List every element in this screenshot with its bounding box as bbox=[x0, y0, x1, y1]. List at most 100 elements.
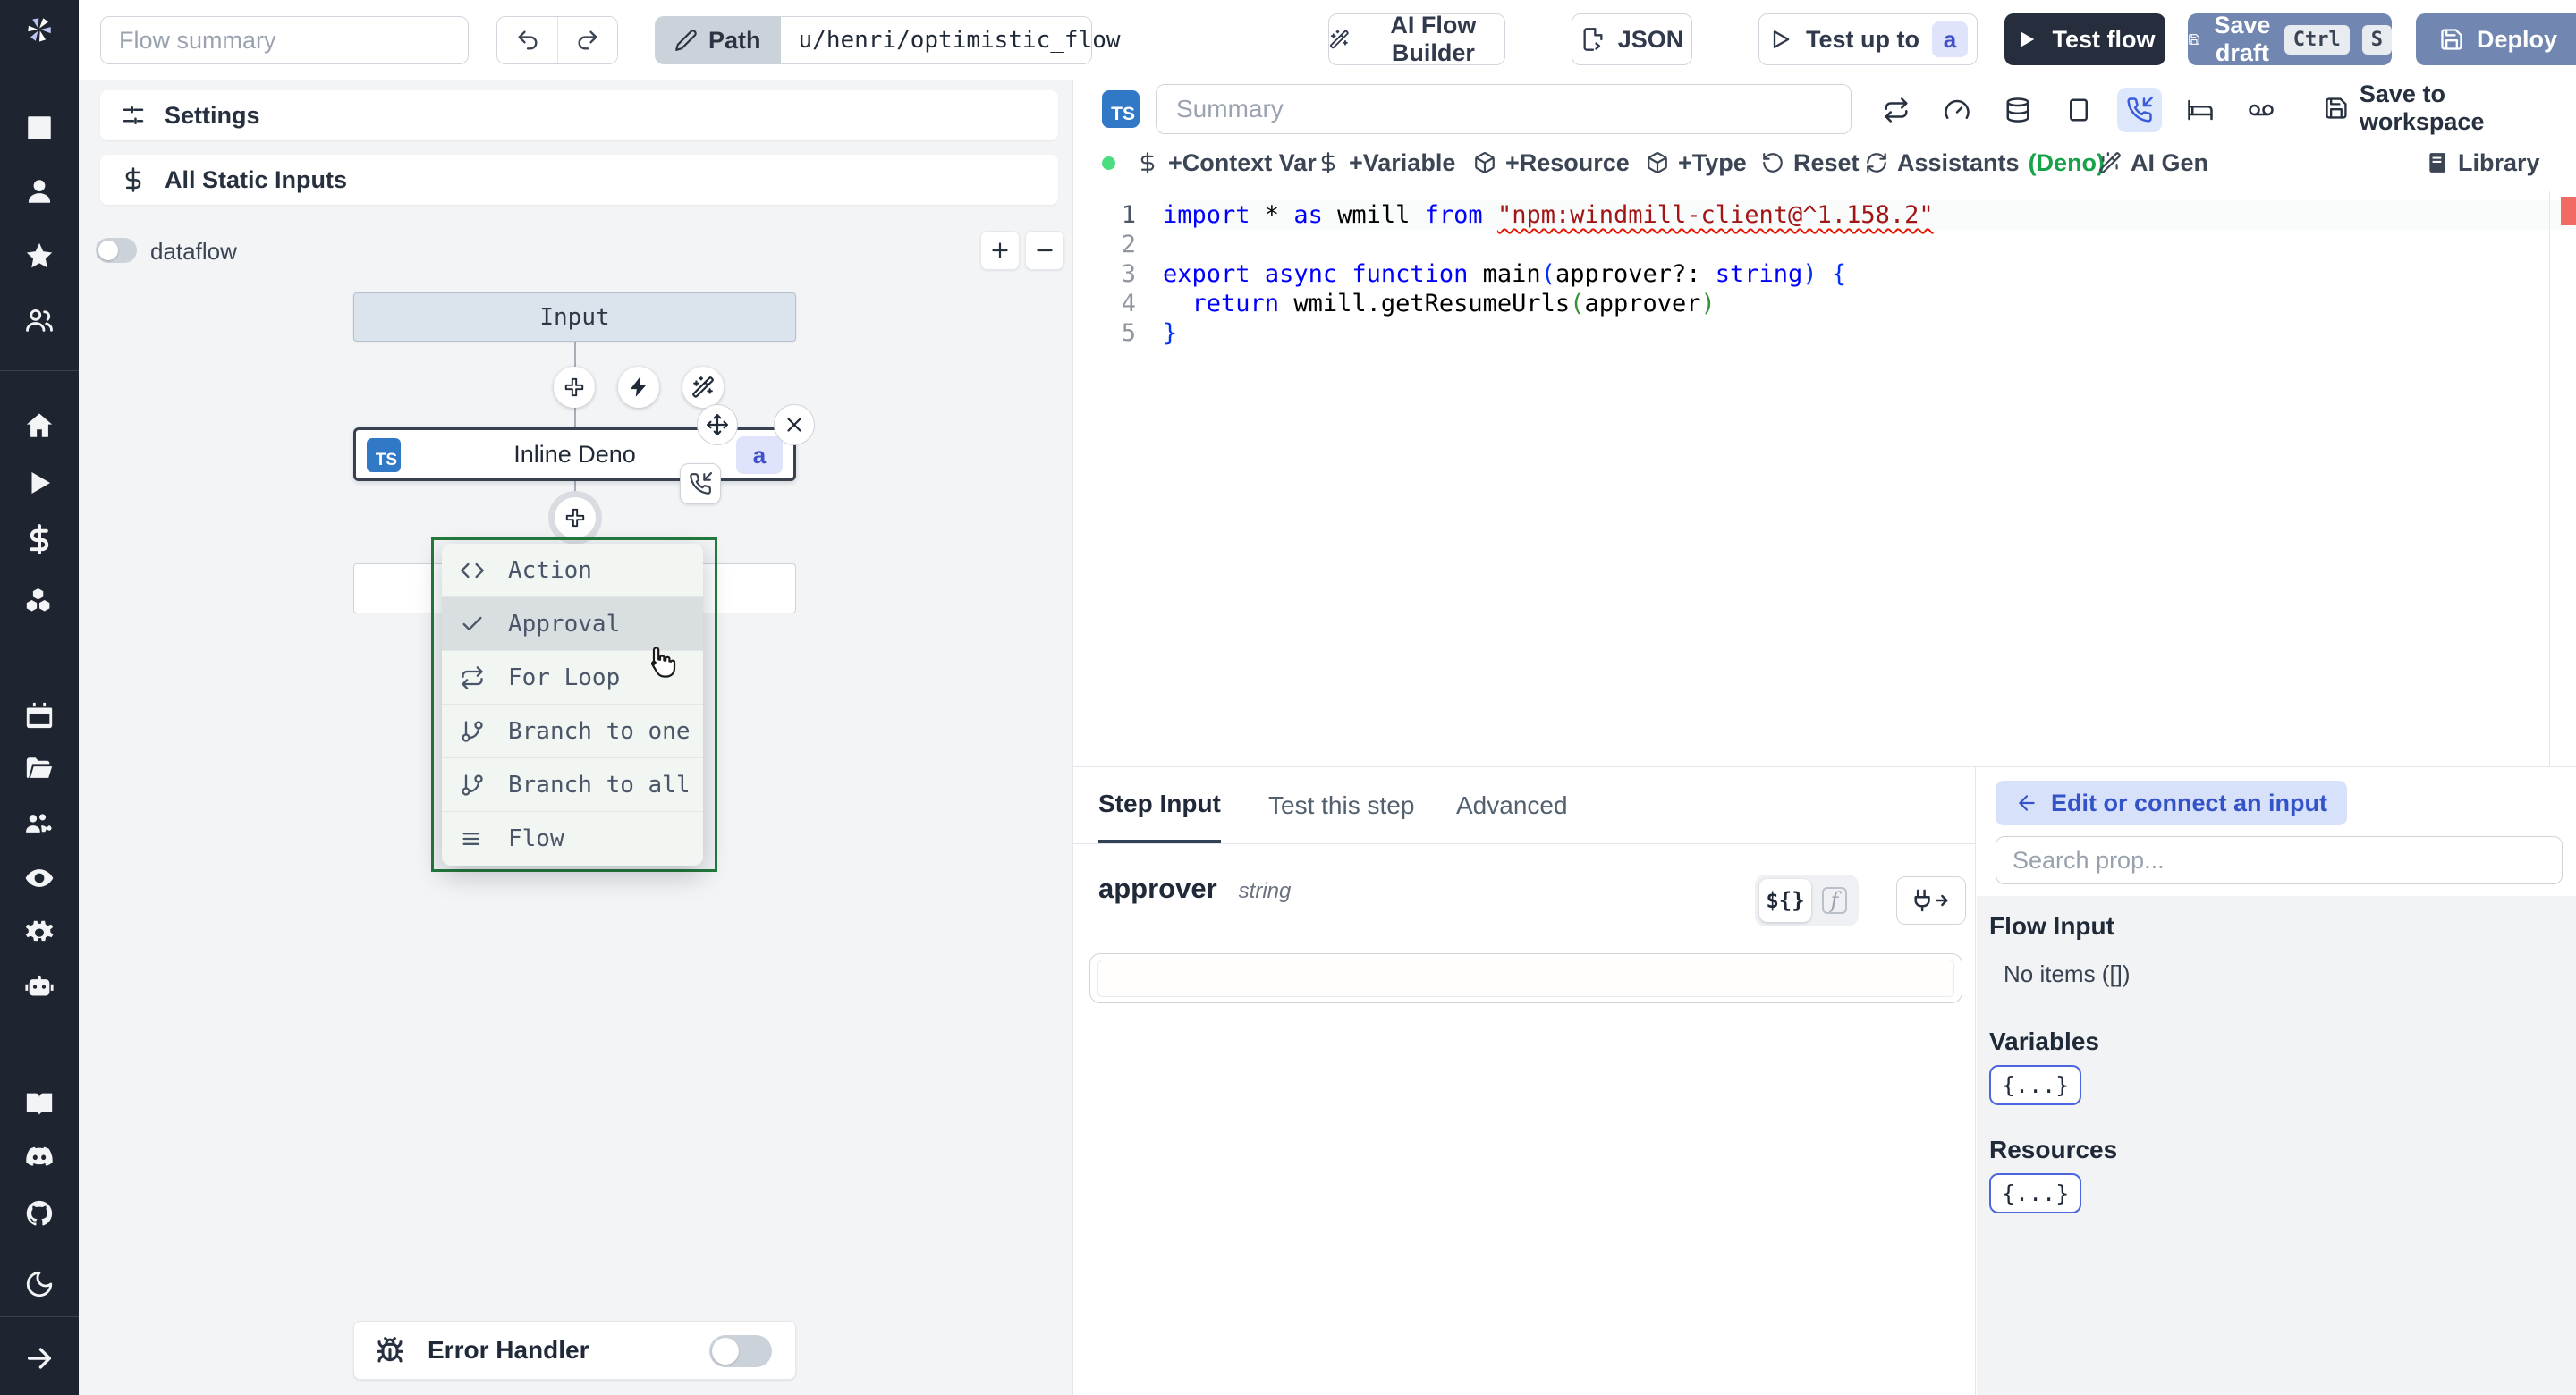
dollar-icon bbox=[125, 167, 141, 192]
ai-generate-step-button[interactable] bbox=[682, 367, 724, 408]
plus-icon bbox=[992, 242, 1008, 258]
suspend-step-badge[interactable] bbox=[680, 463, 721, 504]
user-icon[interactable] bbox=[22, 174, 56, 208]
sleep-bed-icon-button[interactable] bbox=[2178, 88, 2223, 132]
flow-summary-input[interactable] bbox=[100, 16, 469, 64]
fn-mode-button[interactable]: f bbox=[1815, 879, 1854, 922]
users-admin-icon[interactable] bbox=[22, 807, 56, 841]
menu-item-flow[interactable]: Flow bbox=[442, 812, 703, 866]
save-to-workspace-button[interactable]: Save to workspace bbox=[2324, 80, 2576, 136]
menu-item-branch-to-all[interactable]: Branch to all bbox=[442, 758, 703, 812]
library-button[interactable]: Library bbox=[2426, 136, 2540, 190]
runs-play-icon[interactable] bbox=[22, 466, 56, 500]
git-branch-icon bbox=[462, 720, 483, 742]
menu-item-branch-to-one[interactable]: Branch to one bbox=[442, 705, 703, 758]
all-static-inputs-button[interactable]: All Static Inputs bbox=[100, 155, 1058, 205]
code-gutter: 12345 bbox=[1121, 201, 1136, 347]
assistants-button[interactable]: Assistants (Deno) bbox=[1865, 136, 2105, 190]
sliders-icon bbox=[123, 106, 144, 124]
assistants-lang-label: (Deno) bbox=[2028, 148, 2106, 176]
error-handler-toggle[interactable] bbox=[709, 1335, 772, 1367]
package-icon bbox=[1475, 152, 1495, 173]
save-icon bbox=[2189, 34, 2199, 45]
menu-item-label: Branch to one bbox=[508, 717, 691, 745]
insert-step-plus-button-2[interactable] bbox=[555, 497, 596, 538]
path-value[interactable]: u/henri/optimistic_flow bbox=[780, 16, 1121, 64]
ai-gen-button[interactable]: AI Gen bbox=[2098, 136, 2208, 190]
json-button[interactable]: JSON bbox=[1572, 13, 1692, 65]
error-handler-node[interactable]: Error Handler bbox=[353, 1321, 796, 1380]
path-edit-button[interactable]: Path bbox=[655, 16, 781, 64]
dark-mode-moon-icon[interactable] bbox=[22, 1267, 56, 1301]
home-icon[interactable] bbox=[22, 409, 56, 443]
resources-expand-badge[interactable]: {...} bbox=[1989, 1173, 2082, 1213]
tab-test-this-step[interactable]: Test this step bbox=[1268, 767, 1414, 843]
delete-node-button[interactable] bbox=[774, 404, 815, 445]
zoom-in-button[interactable] bbox=[980, 231, 1020, 270]
step-editor-panel: TS Save to workspace +Context Var +Varia… bbox=[1073, 80, 2576, 1395]
folders-icon[interactable] bbox=[22, 752, 56, 786]
input-node[interactable]: Input bbox=[353, 292, 796, 342]
dataflow-toggle[interactable] bbox=[96, 238, 137, 263]
add-variable-button[interactable]: +Variable bbox=[1317, 136, 1455, 190]
early-return-voicemail-icon-button[interactable] bbox=[2239, 88, 2284, 132]
pencil-icon bbox=[675, 30, 697, 51]
ai-flow-builder-button[interactable]: AI Flow Builder bbox=[1328, 12, 1505, 66]
add-type-label: +Type bbox=[1678, 148, 1747, 176]
dollar-icon bbox=[1140, 152, 1155, 173]
windmill-logo-icon[interactable] bbox=[22, 13, 56, 46]
expand-sidebar-arrow-icon[interactable] bbox=[22, 1341, 56, 1375]
tab-step-input[interactable]: Step Input bbox=[1098, 767, 1221, 843]
bolt-icon bbox=[630, 377, 647, 397]
redo-button[interactable] bbox=[557, 17, 617, 63]
step-summary-input[interactable] bbox=[1156, 84, 1852, 134]
approver-value-input[interactable] bbox=[1089, 953, 1962, 1003]
docs-book-icon[interactable] bbox=[22, 1086, 56, 1120]
groups-icon[interactable] bbox=[22, 303, 56, 337]
search-prop-input[interactable] bbox=[1996, 836, 2563, 884]
suspend-approval-icon-button[interactable] bbox=[2117, 88, 2162, 132]
save-draft-button[interactable]: Save draft Ctrl S bbox=[2188, 12, 2392, 66]
trigger-bolt-button[interactable] bbox=[618, 367, 659, 408]
add-context-var-button[interactable]: +Context Var bbox=[1136, 136, 1317, 190]
deploy-button[interactable]: Deploy bbox=[2416, 13, 2576, 65]
settings-gear-icon[interactable] bbox=[22, 915, 56, 949]
step-id-badge: a bbox=[736, 436, 783, 474]
add-resource-button[interactable]: +Resource bbox=[1473, 136, 1630, 190]
menu-item-action[interactable]: Action bbox=[442, 544, 703, 597]
code-editor[interactable]: 12345 import * as wmill from "npm:windmi… bbox=[1073, 191, 2576, 766]
move-node-button[interactable] bbox=[697, 404, 738, 445]
resources-boxes-icon[interactable] bbox=[22, 583, 56, 617]
schedules-calendar-icon[interactable] bbox=[22, 698, 56, 732]
test-flow-button[interactable]: Test flow bbox=[2004, 13, 2165, 65]
reset-button[interactable]: Reset bbox=[1761, 136, 1860, 190]
workspace-building-icon[interactable] bbox=[22, 111, 56, 145]
flow-settings-button[interactable]: Settings bbox=[100, 90, 1058, 140]
refresh-icon bbox=[1867, 153, 1886, 173]
tab-advanced[interactable]: Advanced bbox=[1456, 767, 1568, 843]
mock-square-icon-button[interactable] bbox=[2056, 88, 2101, 132]
variables-expand-badge[interactable]: {...} bbox=[1989, 1065, 2082, 1105]
test-up-to-button[interactable]: Test up to a bbox=[1758, 13, 1978, 65]
menu-item-label: For Loop bbox=[508, 664, 621, 691]
audit-eye-icon[interactable] bbox=[22, 861, 56, 895]
step-bottom-panel: Step Input Test this step Advanced appro… bbox=[1073, 767, 2576, 1395]
github-icon[interactable] bbox=[22, 1196, 56, 1230]
path-group: Path u/henri/optimistic_flow bbox=[655, 16, 1121, 64]
connect-input-plug-button[interactable] bbox=[1896, 876, 1966, 925]
editor-scrollbar[interactable] bbox=[2549, 191, 2550, 766]
workers-robot-icon[interactable] bbox=[22, 971, 56, 1005]
zoom-out-button[interactable] bbox=[1025, 231, 1064, 270]
expr-mode-button[interactable]: ${} bbox=[1759, 879, 1811, 922]
variables-dollar-icon[interactable] bbox=[22, 522, 56, 556]
edit-or-connect-button[interactable]: Edit or connect an input bbox=[1996, 781, 2347, 825]
discord-icon[interactable] bbox=[22, 1140, 56, 1174]
add-type-button[interactable]: +Type bbox=[1646, 136, 1747, 190]
undo-button[interactable] bbox=[497, 17, 557, 63]
early-stop-gauge-icon-button[interactable] bbox=[1935, 88, 1979, 132]
favorites-star-icon[interactable] bbox=[22, 239, 56, 273]
phone-incoming-icon bbox=[690, 472, 712, 495]
retries-icon-button[interactable] bbox=[1874, 88, 1919, 132]
insert-step-plus-button[interactable] bbox=[554, 367, 595, 408]
cache-database-icon-button[interactable] bbox=[1996, 88, 2040, 132]
